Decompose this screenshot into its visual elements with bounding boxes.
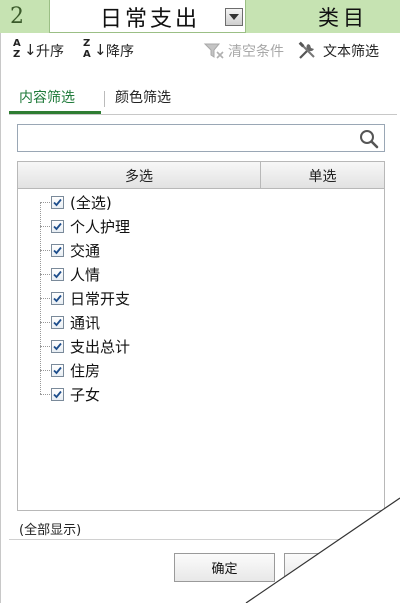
tree-branch bbox=[40, 225, 50, 227]
multi-select-header[interactable]: 多选 bbox=[18, 162, 261, 189]
sort-descending-label: 降序 bbox=[106, 44, 134, 60]
list-item[interactable]: 支出总计 bbox=[40, 334, 130, 358]
list-item-label: 子女 bbox=[70, 385, 101, 404]
list-item[interactable]: (全选) bbox=[40, 190, 112, 214]
list-item-label: 住房 bbox=[70, 361, 101, 380]
list-item-label: 支出总计 bbox=[70, 337, 131, 356]
search-icon[interactable] bbox=[358, 128, 380, 150]
checkbox[interactable] bbox=[51, 219, 64, 233]
list-item-label: 通讯 bbox=[70, 313, 101, 332]
filter-cell-text: 日常支出 bbox=[100, 6, 201, 32]
clear-conditions-button[interactable]: 清空条件 bbox=[203, 33, 284, 69]
list-item[interactable]: 交通 bbox=[40, 238, 100, 262]
sort-ascending-icon: A Z ↓ bbox=[13, 38, 37, 60]
text-filter-label: 文本筛选 bbox=[323, 44, 379, 60]
list-item-label: 日常开支 bbox=[70, 289, 131, 308]
checkbox[interactable] bbox=[51, 315, 64, 329]
tab-content-filter[interactable]: 内容筛选 bbox=[19, 87, 75, 111]
filter-tabs: 内容筛选 颜色筛选 bbox=[1, 87, 400, 115]
checkbox[interactable] bbox=[51, 291, 64, 305]
search-input[interactable] bbox=[18, 125, 354, 151]
checkbox[interactable] bbox=[51, 387, 64, 401]
clear-conditions-label: 清空条件 bbox=[228, 44, 284, 60]
list-item-label: 交通 bbox=[70, 241, 101, 260]
tabs-bottom-border bbox=[9, 114, 397, 115]
sort-descending-icon: Z A ↓ bbox=[83, 38, 107, 60]
checkbox[interactable] bbox=[51, 363, 64, 377]
tree-branch bbox=[40, 345, 50, 347]
tree-branch bbox=[40, 369, 50, 371]
checkbox[interactable] bbox=[51, 195, 64, 209]
filter-dropdown-button[interactable] bbox=[225, 8, 243, 26]
list-item[interactable]: 通讯 bbox=[40, 310, 100, 334]
value-list: 多选 单选 (全选) 个人护理交通人情日常开支通讯支出总计住房子女 bbox=[17, 161, 385, 511]
tools-icon bbox=[298, 41, 315, 59]
list-item[interactable]: 人情 bbox=[40, 262, 100, 286]
tab-color-filter[interactable]: 颜色筛选 bbox=[115, 87, 171, 111]
list-header: 多选 单选 bbox=[18, 162, 384, 189]
ok-button[interactable]: 确定 bbox=[174, 553, 275, 582]
tree-branch bbox=[40, 201, 50, 203]
list-item-label: 人情 bbox=[70, 265, 101, 284]
list-item[interactable]: 日常开支 bbox=[40, 286, 130, 310]
list-item-label: (全选) bbox=[70, 193, 112, 212]
checkbox[interactable] bbox=[51, 339, 64, 353]
funnel-clear-icon bbox=[203, 43, 224, 59]
single-select-header[interactable]: 单选 bbox=[261, 162, 384, 189]
checkbox[interactable] bbox=[51, 267, 64, 281]
list-item[interactable]: 住房 bbox=[40, 358, 100, 382]
sheet-header-row: 2 日常支出 类目 bbox=[0, 0, 400, 33]
filter-cell[interactable]: 日常支出 bbox=[50, 0, 246, 33]
tree-branch bbox=[40, 249, 50, 251]
tab-divider bbox=[104, 91, 105, 107]
filter-panel: A Z ↓ 升序 Z A ↓ 降序 清空条件 文本筛选 内容筛选 颜色筛选 多选… bbox=[0, 33, 400, 603]
dropdown-arrow-icon bbox=[229, 14, 239, 20]
list-item[interactable]: 子女 bbox=[40, 382, 100, 406]
checkbox[interactable] bbox=[51, 243, 64, 257]
tree-branch bbox=[40, 321, 50, 323]
footer-divider bbox=[9, 539, 400, 540]
search-box bbox=[17, 124, 385, 152]
row-number: 2 bbox=[0, 0, 50, 33]
sort-descending-button[interactable]: Z A ↓ 降序 bbox=[83, 33, 134, 69]
list-item-label: 个人护理 bbox=[70, 217, 131, 236]
tree-branch bbox=[40, 393, 50, 395]
list-item[interactable]: 个人护理 bbox=[40, 214, 130, 238]
text-filter-button[interactable]: 文本筛选 bbox=[297, 33, 379, 69]
tree-branch bbox=[40, 297, 50, 299]
filter-toolbar: A Z ↓ 升序 Z A ↓ 降序 清空条件 文本筛选 bbox=[1, 33, 400, 69]
cancel-button[interactable] bbox=[284, 553, 385, 582]
sort-ascending-label: 升序 bbox=[36, 44, 64, 60]
sort-ascending-button[interactable]: A Z ↓ 升序 bbox=[13, 33, 64, 69]
category-cell[interactable]: 类目 bbox=[246, 0, 400, 33]
tree-branch bbox=[40, 273, 50, 275]
status-text: (全部显示) bbox=[19, 523, 82, 538]
